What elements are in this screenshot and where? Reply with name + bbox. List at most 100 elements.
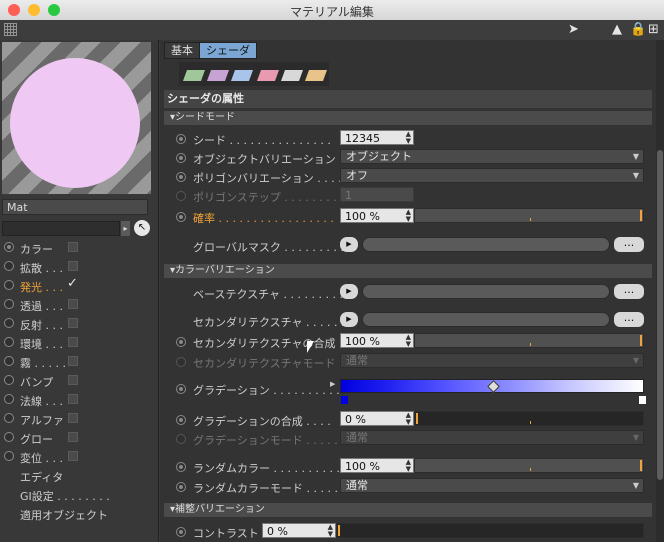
material-name-field[interactable]: Mat bbox=[2, 199, 148, 215]
anim-radio[interactable] bbox=[176, 384, 186, 394]
scrollbar[interactable] bbox=[656, 40, 664, 542]
probability-field[interactable]: 100 % ▲ ▼ bbox=[340, 208, 414, 223]
channel-checkbox[interactable] bbox=[68, 242, 78, 252]
channel-checkbox[interactable] bbox=[68, 375, 78, 385]
anim-radio[interactable] bbox=[4, 356, 14, 366]
channel-item[interactable]: 法線 . . . bbox=[0, 390, 158, 409]
scrollbar-thumb[interactable] bbox=[657, 150, 663, 480]
channel-item[interactable]: 変位 . . . bbox=[0, 447, 158, 466]
menu-editor[interactable]: エディタ bbox=[20, 469, 63, 485]
channel-item[interactable]: グロー bbox=[0, 428, 158, 447]
channel-item[interactable]: 透過 . . . bbox=[0, 295, 158, 314]
browse-button[interactable]: ... bbox=[614, 237, 644, 252]
channel-item[interactable]: 反射 . . . bbox=[0, 314, 158, 333]
gradient-blend-slider[interactable] bbox=[414, 411, 644, 426]
material-preview[interactable] bbox=[2, 42, 151, 194]
anim-radio[interactable] bbox=[176, 212, 186, 222]
subsection-seed-mode[interactable]: ▾シードモード bbox=[164, 111, 652, 125]
anim-radio[interactable] bbox=[176, 482, 186, 492]
lock-icon[interactable]: 🔒 bbox=[630, 22, 646, 37]
stepper-icon[interactable]: ▲ ▼ bbox=[406, 131, 411, 145]
polygon-variation-dropdown[interactable]: オフ ▼ bbox=[340, 168, 644, 183]
gradient-stop-start[interactable] bbox=[340, 395, 349, 405]
stepper-icon[interactable]: ▲ ▼ bbox=[328, 524, 333, 538]
menu-gi-settings[interactable]: GI設定 . . . . . . . . bbox=[20, 488, 110, 504]
browse-button[interactable]: ... bbox=[614, 312, 644, 327]
anim-radio[interactable] bbox=[4, 375, 14, 385]
random-color-mode-dropdown[interactable]: 通常 ▼ bbox=[340, 478, 644, 493]
channel-item[interactable]: 拡散 . . . bbox=[0, 257, 158, 276]
anim-radio[interactable] bbox=[4, 394, 14, 404]
channel-item[interactable]: 霧 . . . . . bbox=[0, 352, 158, 371]
eyedropper-icon[interactable]: ↖ bbox=[134, 220, 150, 236]
channel-item[interactable]: バンプ bbox=[0, 371, 158, 390]
stepper-icon[interactable]: ▲ ▼ bbox=[406, 459, 411, 473]
pointer-icon[interactable]: ▲ bbox=[612, 22, 622, 37]
layer-input[interactable] bbox=[2, 221, 120, 236]
new-window-icon[interactable]: ⊞ bbox=[648, 22, 659, 37]
stepper-icon[interactable]: ▲ ▼ bbox=[406, 334, 411, 348]
contrast-slider[interactable] bbox=[336, 523, 644, 538]
global-mask-texture-field[interactable] bbox=[362, 237, 610, 252]
anim-radio[interactable] bbox=[176, 527, 186, 537]
random-color-field[interactable]: 100 % ▲ ▼ bbox=[340, 458, 414, 473]
channel-item[interactable]: カラー bbox=[0, 238, 158, 257]
anim-radio[interactable] bbox=[4, 261, 14, 271]
channel-checkbox[interactable] bbox=[68, 299, 78, 309]
back-arrow-icon[interactable]: ➤ bbox=[568, 22, 579, 37]
secondary-texture-field[interactable] bbox=[362, 312, 610, 327]
stepper-icon[interactable]: ▲ ▼ bbox=[406, 412, 411, 426]
layer-arrow-button[interactable]: ▸ bbox=[121, 221, 130, 236]
anim-radio[interactable] bbox=[176, 462, 186, 472]
random-color-slider[interactable] bbox=[414, 458, 644, 473]
channel-checkbox[interactable] bbox=[68, 413, 78, 423]
channel-checkbox[interactable] bbox=[68, 356, 78, 366]
channel-checkbox[interactable] bbox=[68, 337, 78, 347]
anim-radio[interactable] bbox=[4, 451, 14, 461]
anim-radio[interactable] bbox=[4, 318, 14, 328]
anim-radio[interactable] bbox=[4, 413, 14, 423]
contrast-field[interactable]: 0 % ▲ ▼ bbox=[262, 523, 336, 538]
channel-checkbox[interactable] bbox=[68, 432, 78, 442]
anim-radio[interactable] bbox=[4, 299, 14, 309]
channel-item[interactable]: 環境 . . . bbox=[0, 333, 158, 352]
secondary-blend-field[interactable]: 100 % ▲ ▼ bbox=[340, 333, 414, 348]
tab-shader[interactable]: シェーダ bbox=[199, 42, 257, 59]
anim-radio[interactable] bbox=[4, 280, 14, 290]
channel-item[interactable]: 発光 . . . ✓ bbox=[0, 276, 158, 295]
channel-checkbox[interactable] bbox=[68, 318, 78, 328]
subsection-color-variation[interactable]: ▾カラーバリエーション bbox=[164, 264, 652, 278]
grid-icon[interactable] bbox=[4, 23, 17, 36]
base-texture-field[interactable] bbox=[362, 284, 610, 299]
secondary-blend-slider[interactable] bbox=[414, 333, 644, 348]
gradient-blend-field[interactable]: 0 % ▲ ▼ bbox=[340, 411, 414, 426]
anim-radio[interactable] bbox=[176, 172, 186, 182]
stepper-icon[interactable]: ▲ ▼ bbox=[406, 209, 411, 223]
texture-menu-button[interactable]: ▶ bbox=[340, 237, 358, 252]
gradient-editor[interactable] bbox=[340, 379, 644, 393]
anim-radio[interactable] bbox=[4, 432, 14, 442]
anim-radio[interactable] bbox=[4, 337, 14, 347]
anim-radio[interactable] bbox=[176, 134, 186, 144]
seed-field[interactable]: 12345 ▲ ▼ bbox=[340, 130, 414, 145]
channel-checkbox[interactable] bbox=[68, 451, 78, 461]
anim-radio[interactable] bbox=[176, 415, 186, 425]
gradient-expand-icon[interactable]: ▶ bbox=[330, 380, 335, 388]
gradient-knot-handle[interactable] bbox=[487, 380, 500, 393]
menu-assignment[interactable]: 適用オブジェクト bbox=[20, 507, 108, 523]
anim-radio[interactable] bbox=[176, 153, 186, 163]
channel-checkbox[interactable] bbox=[68, 394, 78, 404]
channel-checkbox[interactable] bbox=[68, 261, 78, 271]
tab-basic[interactable]: 基本 bbox=[164, 42, 200, 59]
gradient-stop-end[interactable] bbox=[638, 395, 647, 405]
probability-slider[interactable] bbox=[414, 208, 644, 223]
subsection-comp-variation[interactable]: ▾補整バリエーション bbox=[164, 503, 652, 517]
texture-menu-button[interactable]: ▶ bbox=[340, 284, 358, 299]
check-icon[interactable]: ✓ bbox=[67, 276, 78, 291]
anim-radio[interactable] bbox=[176, 337, 186, 347]
anim-radio[interactable] bbox=[4, 242, 14, 252]
browse-button[interactable]: ... bbox=[614, 284, 644, 299]
channel-item[interactable]: アルファ bbox=[0, 409, 158, 428]
object-variation-dropdown[interactable]: オブジェクト ▼ bbox=[340, 149, 644, 164]
texture-menu-button[interactable]: ▶ bbox=[340, 312, 358, 327]
